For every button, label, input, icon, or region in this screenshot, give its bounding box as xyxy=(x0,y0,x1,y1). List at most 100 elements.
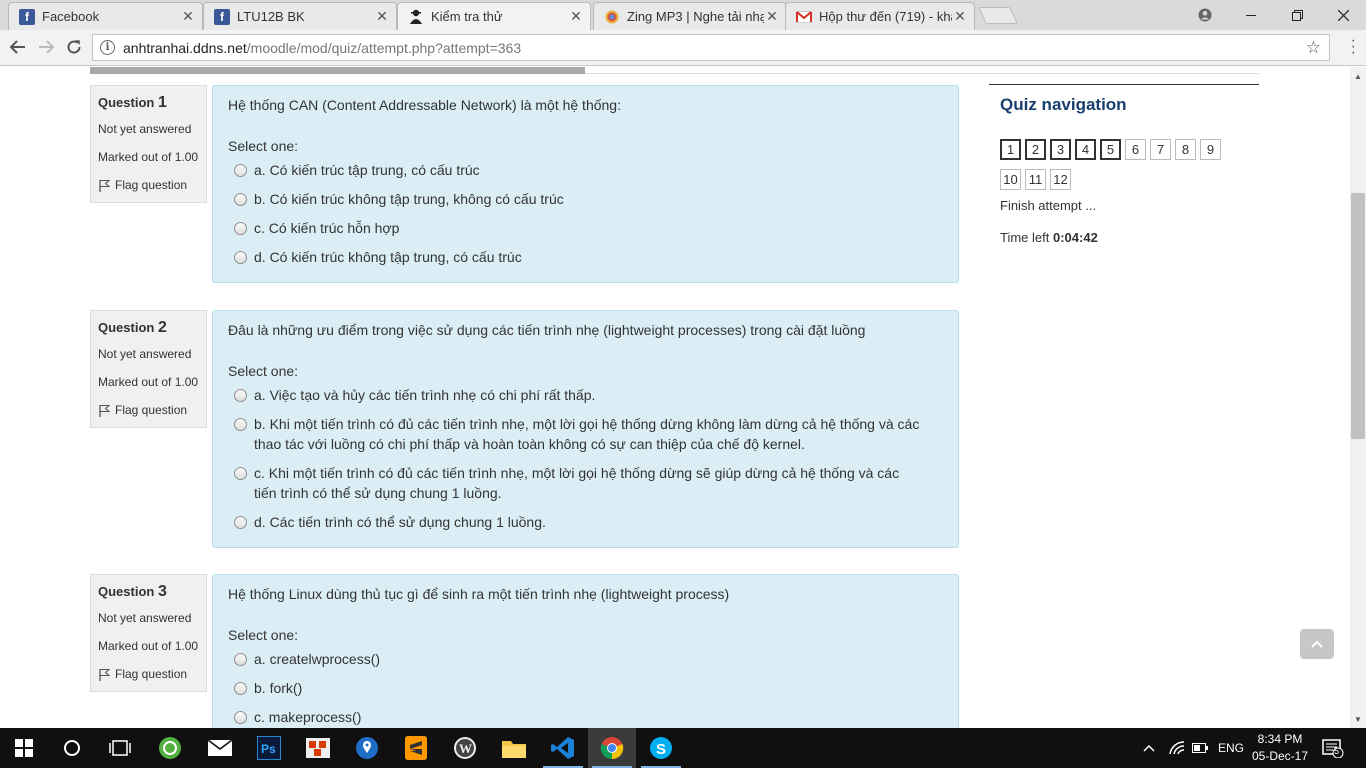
zing-mp3-icon xyxy=(604,9,620,25)
notification-count: 5 xyxy=(1334,746,1340,756)
quiz-navigation-block: Quiz navigation 1 2 3 4 5 6 7 8 9 10 11 … xyxy=(989,84,1259,255)
radio-button[interactable] xyxy=(234,653,247,666)
tab-ltu12b[interactable]: f LTU12B BK ✕ xyxy=(203,2,397,30)
close-window-button[interactable] xyxy=(1320,0,1366,30)
start-icon[interactable] xyxy=(0,728,48,768)
answer-option[interactable]: b. Khi một tiến trình có đủ các tiến trì… xyxy=(228,414,943,454)
finish-attempt-link[interactable]: Finish attempt ... xyxy=(1000,198,1248,213)
back-button[interactable] xyxy=(7,36,29,58)
radio-button[interactable] xyxy=(234,682,247,695)
office-icon[interactable] xyxy=(294,728,342,768)
address-bar[interactable]: i anhtranhai.ddns.net/moodle/mod/quiz/at… xyxy=(92,34,1330,61)
chrome-icon[interactable] xyxy=(588,728,636,768)
close-tab-icon[interactable]: ✕ xyxy=(374,8,390,25)
minimize-button[interactable] xyxy=(1228,0,1274,30)
facebook-icon: f xyxy=(214,8,230,25)
answer-option[interactable]: b. Có kiến trúc không tập trung, không c… xyxy=(228,189,943,209)
question-number: Question 1 xyxy=(98,94,167,111)
radio-button[interactable] xyxy=(234,164,247,177)
quiz-header-bar xyxy=(90,67,585,74)
window-controls xyxy=(1182,0,1366,30)
flag-icon xyxy=(99,404,110,417)
task-view-icon[interactable] xyxy=(96,728,144,768)
profile-icon[interactable] xyxy=(1182,0,1228,30)
answer-option[interactable]: a. createlwprocess() xyxy=(228,649,943,669)
answer-option[interactable]: c. Khi một tiến trình có đủ các tiến trì… xyxy=(228,463,943,503)
xbox-icon[interactable] xyxy=(146,728,194,768)
question-2: Đâu là những ưu điểm trong việc sử dụng … xyxy=(212,310,959,548)
nav-question-button[interactable]: 4 xyxy=(1075,139,1096,160)
restore-button[interactable] xyxy=(1274,0,1320,30)
nav-question-button[interactable]: 6 xyxy=(1125,139,1146,160)
scrollbar-thumb[interactable] xyxy=(1351,193,1365,439)
nav-question-button[interactable]: 12 xyxy=(1050,169,1071,190)
close-tab-icon[interactable]: ✕ xyxy=(568,8,584,25)
file-explorer-icon[interactable] xyxy=(490,728,538,768)
tab-strip: f Facebook ✕ f LTU12B BK ✕ Kiểm tra thử … xyxy=(0,0,1366,30)
tab-facebook[interactable]: f Facebook ✕ xyxy=(8,2,203,30)
show-hidden-icons[interactable] xyxy=(1143,728,1155,768)
radio-button[interactable] xyxy=(234,389,247,402)
radio-button[interactable] xyxy=(234,222,247,235)
close-tab-icon[interactable]: ✕ xyxy=(764,8,780,25)
system-clock[interactable]: 8:34 PM 05-Dec-17 xyxy=(1244,731,1316,765)
radio-button[interactable] xyxy=(234,418,247,431)
answer-option[interactable]: b. fork() xyxy=(228,678,943,698)
browser-toolbar: i anhtranhai.ddns.net/moodle/mod/quiz/at… xyxy=(0,30,1366,66)
close-tab-icon[interactable]: ✕ xyxy=(952,8,968,25)
nav-question-button[interactable]: 7 xyxy=(1150,139,1171,160)
back-to-top-button[interactable] xyxy=(1300,629,1334,659)
answer-option[interactable]: c. Có kiến trúc hỗn hợp xyxy=(228,218,943,238)
tab-gmail[interactable]: Hộp thư đến (719) - khan ✕ xyxy=(785,2,975,30)
skype-icon[interactable]: S xyxy=(637,728,685,768)
flag-question-link[interactable]: Flag question xyxy=(98,667,199,681)
radio-button[interactable] xyxy=(234,251,247,264)
answer-option[interactable]: a. Có kiến trúc tập trung, có cấu trúc xyxy=(228,160,943,180)
nav-question-button[interactable]: 10 xyxy=(1000,169,1021,190)
radio-button[interactable] xyxy=(234,193,247,206)
flag-question-link[interactable]: Flag question xyxy=(98,178,199,192)
wordpress-icon[interactable]: W xyxy=(441,728,489,768)
chrome-menu-icon[interactable]: · · · xyxy=(1351,33,1356,61)
answer-option[interactable]: d. Các tiến trình có thể sử dụng chung 1… xyxy=(228,512,943,532)
radio-button[interactable] xyxy=(234,467,247,480)
flag-question-link[interactable]: Flag question xyxy=(98,403,199,417)
sublime-text-icon[interactable] xyxy=(392,728,440,768)
bookmark-star-icon[interactable]: ☆ xyxy=(1306,38,1321,58)
answer-option[interactable]: c. makeprocess() xyxy=(228,707,943,727)
close-tab-icon[interactable]: ✕ xyxy=(180,8,196,25)
cortana-icon[interactable] xyxy=(48,728,96,768)
photoshop-icon[interactable]: Ps xyxy=(245,728,293,768)
new-tab-button[interactable] xyxy=(978,7,1018,24)
language-indicator[interactable]: ENG xyxy=(1218,728,1244,768)
tab-title: Facebook xyxy=(42,9,100,24)
tab-title: Hộp thư đến (719) - khan xyxy=(819,9,952,24)
answer-option[interactable]: d. Có kiến trúc không tập trung, có cấu … xyxy=(228,247,943,267)
action-center-icon[interactable]: 5 xyxy=(1322,728,1344,768)
nav-question-button[interactable]: 11 xyxy=(1025,169,1046,190)
vertical-scrollbar[interactable]: ▲ ▼ xyxy=(1350,67,1366,728)
scroll-down-arrow-icon[interactable]: ▼ xyxy=(1350,712,1366,726)
nav-question-button[interactable]: 8 xyxy=(1175,139,1196,160)
radio-button[interactable] xyxy=(234,711,247,724)
radio-button[interactable] xyxy=(234,516,247,529)
nav-question-button[interactable]: 1 xyxy=(1000,139,1021,160)
answer-option[interactable]: a. Việc tạo và hủy các tiến trình nhẹ có… xyxy=(228,385,943,405)
site-info-icon[interactable]: i xyxy=(100,40,115,55)
visual-studio-code-icon[interactable] xyxy=(539,728,587,768)
reload-button[interactable] xyxy=(63,36,85,58)
nav-question-button[interactable]: 9 xyxy=(1200,139,1221,160)
tab-zing-mp3[interactable]: Zing MP3 | Nghe tải nhạc ✕ xyxy=(593,2,787,30)
wifi-icon[interactable] xyxy=(1168,728,1186,768)
question-status: Not yet answered xyxy=(98,347,192,361)
nav-question-button[interactable]: 5 xyxy=(1100,139,1121,160)
tab-kiem-tra-thu[interactable]: Kiểm tra thử ✕ xyxy=(397,2,591,30)
nav-question-button[interactable]: 2 xyxy=(1025,139,1046,160)
mail-icon[interactable] xyxy=(196,728,244,768)
scroll-up-arrow-icon[interactable]: ▲ xyxy=(1350,69,1366,83)
forward-button[interactable] xyxy=(35,36,57,58)
moodle-user-icon xyxy=(408,9,424,25)
nav-question-button[interactable]: 3 xyxy=(1050,139,1071,160)
maps-icon[interactable] xyxy=(343,728,391,768)
battery-icon[interactable] xyxy=(1192,728,1208,768)
